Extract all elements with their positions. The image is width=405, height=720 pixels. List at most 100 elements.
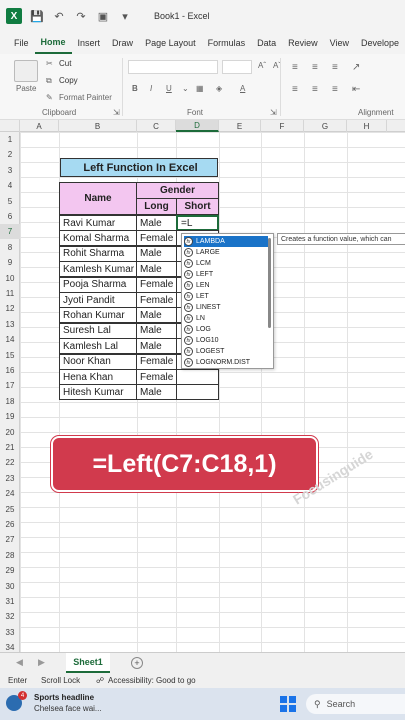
short-header[interactable]: Short (176, 198, 219, 215)
align-center-icon[interactable]: ≡ (312, 84, 318, 95)
grow-font-icon[interactable]: Aˆ (258, 61, 266, 70)
italic-icon[interactable]: I (150, 84, 152, 93)
underline-icon[interactable]: U (166, 84, 172, 93)
gender-cell[interactable]: Female (136, 353, 177, 370)
table-title[interactable]: Left Function In Excel (60, 158, 218, 177)
row-header[interactable]: 12 (0, 301, 20, 316)
name-cell[interactable]: Rohit Sharma (59, 245, 137, 262)
align-top-icon[interactable]: ≡ (292, 62, 298, 73)
tab-review[interactable]: Review (282, 32, 324, 54)
row-header[interactable]: 15 (0, 348, 20, 363)
column-header[interactable]: H (347, 120, 387, 132)
short-cell[interactable] (176, 369, 219, 385)
column-header[interactable]: E (219, 120, 261, 132)
news-subtitle[interactable]: Chelsea face wai... (34, 704, 102, 713)
next-sheet-icon[interactable]: ▶ (38, 657, 45, 668)
autocomplete-item[interactable]: fx LOGNORM.DIST (184, 357, 268, 368)
name-cell[interactable]: Noor Khan (59, 353, 137, 370)
autocomplete-item[interactable]: fx LET (184, 291, 268, 302)
bold-icon[interactable]: B (132, 84, 138, 93)
autocomplete-item[interactable]: fx LINEST (184, 302, 268, 313)
windows-start-icon[interactable] (280, 696, 296, 712)
name-cell[interactable]: Hitesh Kumar (59, 384, 137, 401)
dialog-launcher-icon[interactable]: ⇲ (113, 108, 120, 117)
row-header[interactable]: 2 (0, 147, 20, 162)
autocomplete-item[interactable]: fx LARGE (184, 247, 268, 258)
column-header[interactable]: B (59, 120, 137, 132)
tab-insert[interactable]: Insert (72, 32, 107, 54)
autocomplete-item[interactable]: fx LN (184, 313, 268, 324)
undo-icon[interactable]: ↶ (52, 9, 66, 23)
status-accessibility[interactable]: Accessibility: Good to go (108, 676, 196, 685)
row-header[interactable]: 4 (0, 178, 20, 193)
cut-button[interactable]: Cut (59, 59, 71, 68)
add-sheet-button[interactable]: + (131, 657, 143, 669)
font-size-select[interactable] (222, 60, 252, 74)
gender-cell[interactable]: Male (136, 384, 177, 401)
row-header[interactable]: 23 (0, 471, 20, 486)
autocomplete-item[interactable]: fx LOG10 (184, 335, 268, 346)
short-cell[interactable] (176, 384, 219, 401)
row-header[interactable]: 29 (0, 563, 20, 578)
autocomplete-item[interactable]: fx LCM (184, 258, 268, 269)
tab-developer[interactable]: Develope (355, 32, 405, 54)
row-header[interactable]: 25 (0, 502, 20, 517)
row-header[interactable]: 9 (0, 255, 20, 270)
row-header[interactable]: 8 (0, 240, 20, 255)
format-painter-button[interactable]: Format Painter (59, 93, 112, 102)
paste-button[interactable]: Paste (16, 84, 36, 93)
paste-icon[interactable] (14, 60, 38, 82)
tab-formulas[interactable]: Formulas (202, 32, 252, 54)
formula-autocomplete-list[interactable]: fx LAMBDA fx LARGE fx LCM fx LEFT fx LEN fx LET fx LI… (181, 233, 274, 369)
autocomplete-item[interactable]: fx LOGEST (184, 346, 268, 357)
name-cell[interactable]: Hena Khan (59, 369, 137, 385)
font-dialog-launcher-icon[interactable]: ⇲ (270, 108, 277, 117)
name-header[interactable]: Name (59, 182, 137, 215)
row-header[interactable]: 22 (0, 455, 20, 470)
row-header[interactable]: 7 (0, 224, 20, 240)
sheet-tab-sheet1[interactable]: Sheet1 (66, 653, 110, 673)
autocomplete-item[interactable]: fx LOG (184, 324, 268, 335)
row-header[interactable]: 32 (0, 609, 20, 624)
row-header[interactable]: 30 (0, 579, 20, 594)
column-header-selected[interactable]: D (176, 120, 219, 132)
gender-cell[interactable]: Male (136, 338, 177, 355)
autocomplete-item[interactable]: fx LEN (184, 280, 268, 291)
copy-button[interactable]: Copy (59, 76, 78, 85)
gender-cell[interactable]: Female (136, 230, 177, 247)
previous-sheet-icon[interactable]: ◀ (16, 657, 23, 668)
tab-draw[interactable]: Draw (106, 32, 139, 54)
align-middle-icon[interactable]: ≡ (312, 62, 318, 73)
name-cell[interactable]: Kamlesh Kumar (59, 261, 137, 278)
gender-cell[interactable]: Female (136, 292, 177, 308)
name-cell[interactable]: Suresh Lal (59, 322, 137, 339)
border-icon[interactable]: ▦ (196, 84, 204, 93)
name-cell[interactable]: Ravi Kumar (59, 215, 137, 231)
accessibility-icon[interactable]: ☍ (96, 676, 104, 685)
news-headline[interactable]: Sports headline (34, 693, 94, 702)
align-right-icon[interactable]: ≡ (332, 84, 338, 95)
align-left-icon[interactable]: ≡ (292, 84, 298, 95)
row-header[interactable]: 20 (0, 425, 20, 440)
row-header[interactable]: 28 (0, 548, 20, 563)
gender-cell[interactable]: Female (136, 276, 177, 293)
row-header[interactable]: 16 (0, 363, 20, 378)
underline-dropdown-icon[interactable]: ⌄ (182, 84, 189, 93)
row-header[interactable]: 17 (0, 378, 20, 393)
autocomplete-item[interactable]: fx LEFT (184, 269, 268, 280)
gender-cell[interactable]: Male (136, 261, 177, 278)
autocomplete-item[interactable]: fx LAMBDA (184, 236, 268, 247)
name-cell[interactable]: Komal Sharma (59, 230, 137, 247)
row-header[interactable]: 26 (0, 517, 20, 532)
gender-cell[interactable]: Male (136, 245, 177, 262)
row-header[interactable]: 24 (0, 486, 20, 501)
font-name-select[interactable] (128, 60, 218, 74)
row-header[interactable]: 10 (0, 271, 20, 286)
gender-cell[interactable]: Male (136, 307, 177, 324)
tab-home[interactable]: Home (34, 32, 72, 54)
row-header[interactable]: 27 (0, 532, 20, 547)
autocomplete-scrollbar[interactable] (268, 238, 271, 328)
row-header[interactable]: 3 (0, 163, 20, 178)
row-header[interactable]: 19 (0, 409, 20, 424)
tab-data[interactable]: Data (251, 32, 282, 54)
